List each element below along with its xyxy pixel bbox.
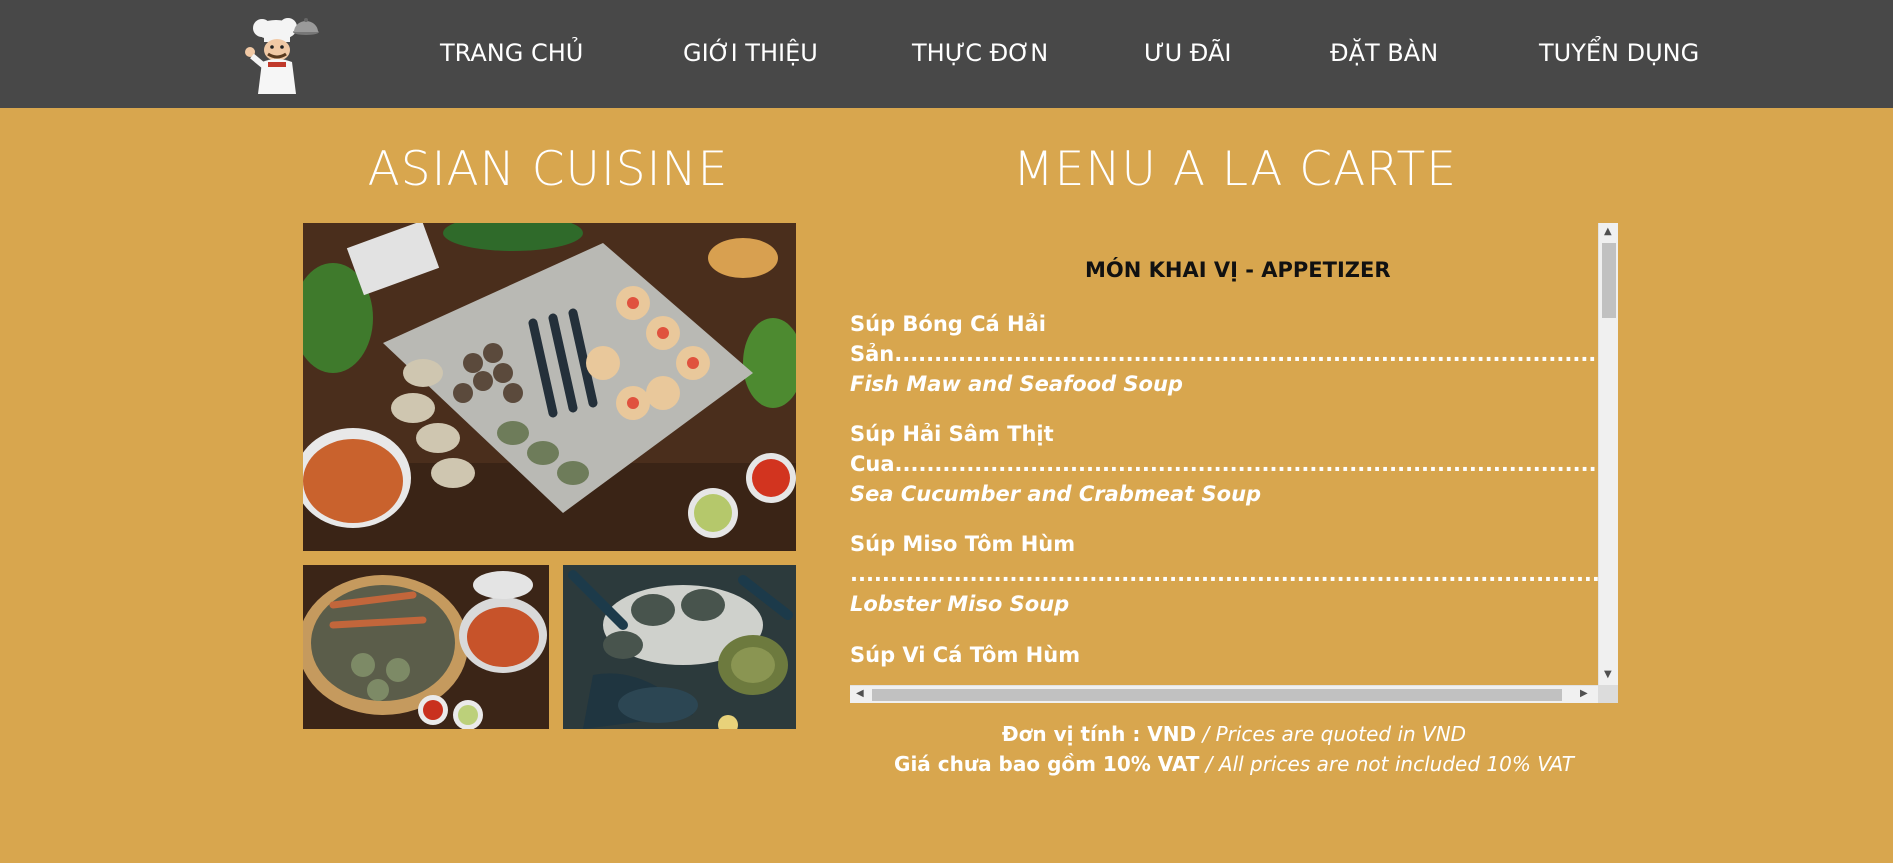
- price-unit-note: Đơn vị tính : VND / Prices are quoted in…: [850, 719, 1618, 749]
- seafood-platter-image: [303, 223, 796, 551]
- dish-name-en: Lobster Miso Soup: [850, 592, 1070, 616]
- seafood-hotpot-image: [303, 565, 549, 729]
- price-unit-note-vn: Đơn vị tính : VND: [1001, 722, 1197, 746]
- scrollbar-corner: [1598, 685, 1618, 703]
- nav-item-careers[interactable]: TUYỂN DỤNG: [1539, 38, 1699, 68]
- nav-item-offers[interactable]: ƯU ĐÃI: [1144, 38, 1231, 68]
- vertical-scrollbar[interactable]: ▲ ▼: [1598, 223, 1618, 685]
- chef-logo-icon[interactable]: [238, 12, 324, 96]
- dish-name-vn: Súp Vi Cá Tôm Hùm: [850, 643, 1081, 667]
- nav-item-about[interactable]: GIỚI THIỆU: [683, 38, 818, 68]
- horizontal-scrollbar[interactable]: ◀ ▶: [850, 685, 1598, 703]
- menu-content: MÓN KHAI VỊ - APPETIZER Súp Bóng Cá Hải …: [850, 223, 1600, 685]
- vat-note-en: / All prices are not included 10% VAT: [1199, 752, 1574, 776]
- dish-name-en: Sea Cucumber and Crabmeat Soup: [850, 482, 1262, 506]
- dish-price-line: ........................................…: [850, 562, 1600, 586]
- vat-note-vn: Giá chưa bao gồm 10% VAT: [894, 752, 1200, 776]
- scroll-down-arrow-icon[interactable]: ▼: [1604, 669, 1612, 681]
- menu-dish: Súp Bóng Cá Hải Sản.....................…: [850, 309, 1600, 399]
- dish-name-vn: Súp Hải Sâm Thịt: [850, 422, 1054, 446]
- menu-scroll-panel[interactable]: MÓN KHAI VỊ - APPETIZER Súp Bóng Cá Hải …: [850, 223, 1618, 703]
- menu-dish: Súp Hải Sâm Thịt Cua....................…: [850, 419, 1600, 509]
- vat-note: Giá chưa bao gồm 10% VAT / All prices ar…: [850, 749, 1618, 779]
- dish-name-vn: Súp Bóng Cá Hải: [850, 312, 1046, 336]
- dish-name-vn: Súp Miso Tôm Hùm: [850, 532, 1076, 556]
- asian-cuisine-title: ASIAN CUISINE: [367, 142, 729, 197]
- dish-name-en: Fish Maw and Seafood Soup: [850, 372, 1183, 396]
- top-navbar: TRANG CHỦ GIỚI THIỆU THỰC ĐƠN ƯU ĐÃI ĐẶT…: [0, 0, 1893, 108]
- scroll-up-arrow-icon[interactable]: ▲: [1604, 226, 1612, 238]
- menu-dish: Súp Miso Tôm Hùm .......................…: [850, 529, 1600, 619]
- scroll-right-arrow-icon[interactable]: ▶: [1580, 688, 1588, 700]
- menu-category-heading: MÓN KHAI VỊ - APPETIZER: [1085, 258, 1391, 282]
- price-unit-note-en: / Prices are quoted in VND: [1196, 722, 1467, 746]
- nav-item-reservation[interactable]: ĐẶT BÀN: [1330, 38, 1438, 68]
- menu-dish: Súp Vi Cá Tôm Hùm ......................…: [850, 640, 1600, 685]
- horizontal-scroll-thumb[interactable]: [872, 689, 1562, 701]
- dish-price-line: Cua.....................................…: [850, 452, 1600, 476]
- lobster-crab-image: [563, 565, 796, 729]
- scroll-left-arrow-icon[interactable]: ◀: [856, 688, 864, 700]
- dish-price-line: Sản.....................................…: [850, 342, 1600, 366]
- nav-item-home[interactable]: TRANG CHỦ: [440, 38, 583, 68]
- vertical-scroll-thumb[interactable]: [1602, 243, 1616, 318]
- dish-price-line: ........................................…: [850, 673, 1600, 685]
- menu-a-la-carte-title: MENU A LA CARTE: [1013, 142, 1457, 197]
- nav-item-menu[interactable]: THỰC ĐƠN: [912, 38, 1048, 68]
